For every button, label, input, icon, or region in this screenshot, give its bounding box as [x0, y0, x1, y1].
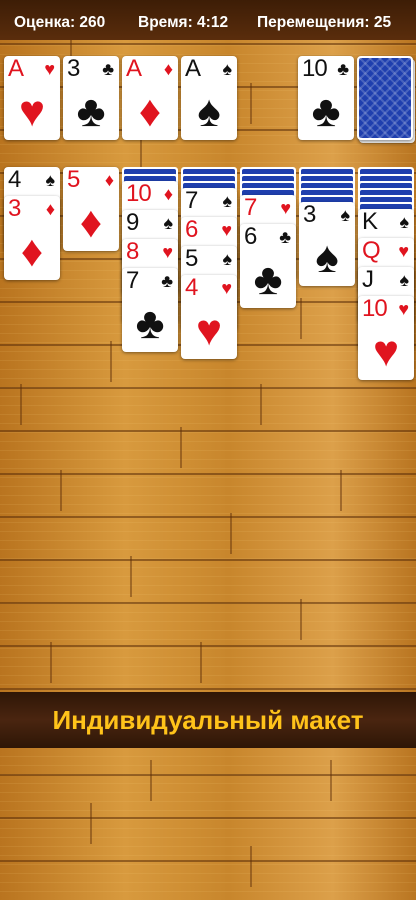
- card-rank: 3: [8, 195, 21, 222]
- card-rank: A: [185, 55, 201, 82]
- card-suit-small: ♥: [398, 299, 409, 319]
- plank-seam: [250, 846, 252, 887]
- plank-seam: [250, 83, 252, 124]
- tableau-card[interactable]: 3 ♦ ♦: [4, 196, 60, 280]
- card-suit-small: ♥: [221, 278, 232, 298]
- plank-seam: [200, 642, 202, 683]
- time-label: Время: 4:12: [138, 14, 229, 31]
- card-suit-small: ♠: [222, 249, 232, 269]
- banner-text: Индивидуальный макет: [52, 705, 364, 735]
- plank-seam: [300, 298, 302, 339]
- plank-seam: [300, 599, 302, 640]
- plank-seam: [260, 384, 262, 425]
- plank-seam: [340, 470, 342, 511]
- tableau-card[interactable]: 5 ♦ ♦: [63, 167, 119, 251]
- card-rank: 4: [8, 166, 21, 193]
- card-suit-small: ♥: [280, 198, 291, 218]
- plank-seam: [180, 427, 182, 468]
- card-rank: 6: [244, 223, 257, 250]
- waste-card[interactable]: 10 ♣ ♣: [298, 56, 354, 140]
- moves-label: Перемещения: 25: [257, 14, 392, 31]
- card-rank: 7: [244, 194, 257, 221]
- card-rank: A: [8, 55, 24, 82]
- card-suit-big: ♦: [138, 87, 162, 136]
- card-rank: 10: [126, 180, 152, 207]
- tableau-card[interactable]: 3 ♠ ♠: [299, 202, 355, 286]
- card-suit-small: ♠: [222, 59, 232, 79]
- card-rank: 3: [67, 55, 80, 82]
- card-rank: 3: [303, 201, 316, 228]
- score-label: Оценка: 260: [14, 14, 106, 31]
- card-rank: 5: [185, 245, 198, 272]
- card-rank: 9: [126, 209, 139, 236]
- plank-seam: [60, 470, 62, 511]
- plank-seam: [330, 760, 332, 801]
- card-rank: 4: [185, 274, 198, 301]
- card-rank: 10: [302, 55, 328, 82]
- tableau-card[interactable]: 10 ♥ ♥: [358, 296, 414, 380]
- card-rank: 7: [126, 267, 139, 294]
- card-rank: 10: [362, 295, 388, 322]
- foundation-card[interactable]: 3 ♣ ♣: [63, 56, 119, 140]
- card-suit-big: ♣: [76, 87, 106, 136]
- plank-seam: [110, 341, 112, 382]
- card-suit-small: ♠: [399, 212, 409, 232]
- card-suit-big: ♦: [79, 198, 103, 247]
- card-rank: J: [362, 266, 374, 293]
- card-suit-small: ♣: [161, 271, 173, 291]
- card-suit-big: ♠: [197, 87, 221, 136]
- card-suit-small: ♠: [163, 213, 173, 233]
- card-rank: 7: [185, 187, 198, 214]
- card-suit-small: ♦: [104, 170, 114, 190]
- card-suit-small: ♥: [162, 242, 173, 262]
- foundation-card[interactable]: A ♥ ♥: [4, 56, 60, 140]
- card-suit-small: ♥: [398, 241, 409, 261]
- card-suit-small: ♣: [279, 227, 291, 247]
- card-rank: 8: [126, 238, 139, 265]
- card-suit-small: ♦: [163, 59, 173, 79]
- card-suit-big: ♣: [253, 255, 283, 304]
- foundation-card[interactable]: A ♦ ♦: [122, 56, 178, 140]
- card-suit-small: ♠: [45, 170, 55, 190]
- status-bar: Оценка: 260 Время: 4:12 Перемещения: 25: [0, 0, 416, 40]
- card-suit-big: ♣: [311, 87, 341, 136]
- foundation-card[interactable]: A ♠ ♠: [181, 56, 237, 140]
- plank-seam: [90, 803, 92, 844]
- card-suit-big: ♦: [20, 227, 44, 276]
- card-suit-small: ♥: [221, 220, 232, 240]
- plank-seam: [50, 642, 52, 683]
- card-rank: 5: [67, 166, 80, 193]
- tableau-card[interactable]: 4 ♥ ♥: [181, 275, 237, 359]
- promo-banner: Индивидуальный макет: [0, 692, 416, 748]
- card-rank: Q: [362, 237, 381, 264]
- plank-seam: [230, 513, 232, 554]
- card-suit-big: ♣: [135, 299, 165, 348]
- plank-seam: [20, 384, 22, 425]
- card-suit-small: ♥: [44, 59, 55, 79]
- card-suit-small: ♣: [102, 59, 114, 79]
- card-suit-big: ♥: [372, 327, 400, 376]
- card-suit-small: ♦: [163, 184, 173, 204]
- card-rank: 6: [185, 216, 198, 243]
- card-suit-big: ♥: [195, 306, 223, 355]
- card-suit-small: ♠: [340, 205, 350, 225]
- card-rank: A: [126, 55, 142, 82]
- plank-seam: [150, 760, 152, 801]
- card-suit-big: ♥: [18, 87, 46, 136]
- card-suit-small: ♦: [45, 199, 55, 219]
- card-suit-small: ♠: [399, 270, 409, 290]
- plank-seam: [130, 556, 132, 597]
- card-suit-small: ♣: [337, 59, 349, 79]
- stock-pile[interactable]: [357, 56, 413, 140]
- card-suit-big: ♠: [315, 233, 339, 282]
- tableau-card[interactable]: 6 ♣ ♣: [240, 224, 296, 308]
- tableau-card[interactable]: 7 ♣ ♣: [122, 268, 178, 352]
- card-rank: K: [362, 208, 378, 235]
- card-suit-small: ♠: [222, 191, 232, 211]
